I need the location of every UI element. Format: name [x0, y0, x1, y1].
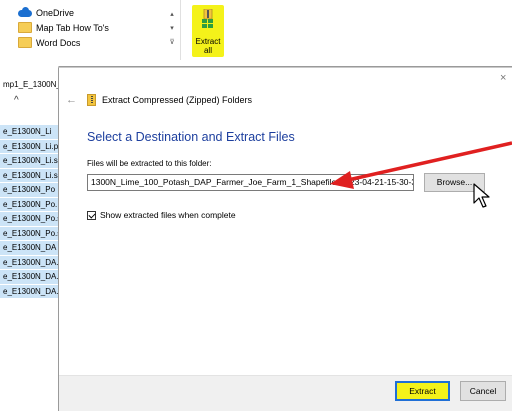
scroll-more-icon[interactable]: ⊽ [167, 36, 177, 50]
folder-icon [18, 37, 32, 48]
navigation-pane: OneDrive Map Tab How To's Word Docs [18, 5, 168, 50]
zip-folder-icon [87, 94, 96, 106]
show-files-option[interactable]: Show extracted files when complete [87, 210, 236, 220]
folder-icon [18, 22, 32, 33]
destination-label: Files will be extracted to this folder: [87, 159, 212, 168]
destination-path-input[interactable]: 1300N_Lime_100_Potash_DAP_Farmer_Joe_Far… [87, 174, 414, 191]
nav-item-label: Map Tab How To's [36, 22, 109, 33]
list-item[interactable]: e_E1300N_DA. [0, 255, 58, 270]
show-files-label: Show extracted files when complete [100, 210, 236, 220]
compressed-folder-icon [202, 9, 213, 28]
show-files-checkbox[interactable] [87, 210, 96, 220]
list-item[interactable]: e_E1300N_Po.s [0, 212, 58, 227]
sort-up-icon[interactable]: ^ [14, 95, 19, 106]
nav-item-word-docs[interactable]: Word Docs [18, 35, 168, 50]
nav-item-onedrive[interactable]: OneDrive [18, 5, 168, 20]
list-item[interactable]: e_E1300N_Po. [0, 197, 58, 212]
list-item[interactable]: e_E1300N_DA [0, 241, 58, 256]
extract-all-label: Extract all [195, 37, 221, 55]
cancel-button[interactable]: Cancel [460, 381, 506, 401]
extract-all-button[interactable]: Extract all [192, 5, 224, 57]
list-item[interactable]: e_E1300N_DA. [0, 270, 58, 285]
list-item[interactable]: e_E1300N_Po.s [0, 226, 58, 241]
extract-dialog [58, 67, 512, 411]
list-item[interactable]: e_E1300N_DA. [0, 284, 58, 299]
scroll-up-icon[interactable]: ▴ [167, 8, 177, 22]
list-item[interactable]: e_E1300N_Li [0, 125, 58, 140]
nav-item-map-tab-how-tos[interactable]: Map Tab How To's [18, 20, 168, 35]
file-list: e_E1300N_Li e_E1300N_Li.p e_E1300N_Li.sl… [0, 125, 58, 299]
back-arrow-icon[interactable]: ← [66, 94, 77, 106]
onedrive-cloud-icon [18, 7, 32, 18]
nav-item-label: OneDrive [36, 7, 75, 18]
list-item[interactable]: e_E1300N_Li.sl [0, 154, 58, 169]
scroll-down-icon[interactable]: ▾ [167, 22, 177, 36]
address-bar-fragment[interactable]: mp1_E_1300N_ [3, 80, 61, 89]
list-item[interactable]: e_E1300N_Li.p [0, 139, 58, 154]
list-item[interactable]: e_E1300N_Li.sl [0, 168, 58, 183]
nav-scroll-controls: ▴ ▾ ⊽ [167, 8, 177, 50]
close-icon[interactable]: × [500, 72, 506, 84]
dialog-heading: Select a Destination and Extract Files [87, 130, 295, 144]
extract-button[interactable]: Extract [395, 381, 450, 401]
dialog-title: Extract Compressed (Zipped) Folders [102, 95, 253, 105]
mouse-cursor-icon [473, 183, 490, 208]
nav-item-label: Word Docs [36, 37, 81, 48]
ribbon-divider [180, 0, 181, 60]
list-item[interactable]: e_E1300N_Po [0, 183, 58, 198]
